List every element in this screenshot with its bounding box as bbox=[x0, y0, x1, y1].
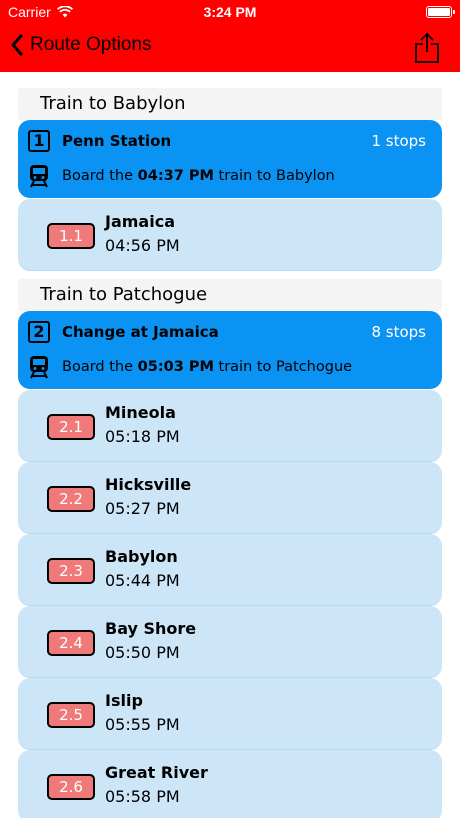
stop-row[interactable]: 2.6 Great River 05:58 PM bbox=[18, 750, 442, 818]
train-icon bbox=[30, 356, 48, 379]
stop-time: 05:18 PM bbox=[105, 427, 180, 446]
leg-number-badge: 1 bbox=[28, 130, 50, 152]
stop-row[interactable]: 2.3 Babylon 05:44 PM bbox=[18, 534, 442, 606]
stop-code-badge: 2.5 bbox=[47, 702, 95, 728]
section-header: Train to Patchogue bbox=[18, 279, 442, 311]
back-label: Route Options bbox=[30, 34, 152, 55]
stop-time: 05:27 PM bbox=[105, 499, 180, 518]
back-button[interactable]: Route Options bbox=[10, 34, 151, 56]
battery-icon bbox=[426, 6, 455, 18]
route-list[interactable]: Train to Babylon 1 Penn Station 1 stops … bbox=[0, 72, 460, 818]
leg-card[interactable]: 1 Penn Station 1 stops Board the 04:37 P… bbox=[18, 120, 442, 198]
status-time: 3:24 PM bbox=[203, 4, 257, 20]
stop-time: 04:56 PM bbox=[105, 236, 180, 255]
stop-time: 05:44 PM bbox=[105, 571, 180, 590]
status-bar: Carrier 3:24 PM bbox=[0, 0, 460, 24]
leg-station: Change at Jamaica bbox=[62, 323, 219, 341]
stop-row[interactable]: 1.1 Jamaica 04:56 PM bbox=[18, 199, 442, 271]
stop-name: Bay Shore bbox=[105, 619, 197, 638]
leg-station: Penn Station bbox=[62, 132, 172, 150]
board-time: 04:37 PM bbox=[137, 168, 214, 184]
stop-name: Great River bbox=[105, 763, 208, 782]
stop-code-badge: 2.3 bbox=[47, 558, 95, 584]
stop-code-badge: 2.4 bbox=[47, 630, 95, 656]
stop-name: Islip bbox=[105, 691, 143, 710]
stop-code-badge: 2.2 bbox=[47, 486, 95, 512]
stop-time: 05:55 PM bbox=[105, 715, 180, 734]
leg-stops-count: 1 stops bbox=[371, 132, 426, 150]
board-text-suffix: train to Patchogue bbox=[218, 359, 353, 375]
leg-stops-count: 8 stops bbox=[371, 323, 426, 341]
stop-code-badge: 2.6 bbox=[47, 774, 95, 800]
board-text-prefix: Board the bbox=[62, 359, 134, 375]
stop-row[interactable]: 2.2 Hicksville 05:27 PM bbox=[18, 462, 442, 534]
share-icon[interactable] bbox=[414, 32, 440, 64]
stop-time: 05:58 PM bbox=[105, 787, 180, 806]
stop-name: Hicksville bbox=[105, 475, 192, 494]
stop-code-badge: 1.1 bbox=[47, 223, 95, 249]
stop-name: Mineola bbox=[105, 403, 176, 422]
board-text-prefix: Board the bbox=[62, 168, 134, 184]
section-header: Train to Babylon bbox=[18, 88, 442, 120]
chevron-left-icon bbox=[11, 34, 23, 56]
stop-time: 05:50 PM bbox=[105, 643, 180, 662]
train-icon bbox=[30, 165, 48, 188]
leg-number-badge: 2 bbox=[28, 321, 50, 343]
stop-code-badge: 2.1 bbox=[47, 414, 95, 440]
board-time: 05:03 PM bbox=[137, 359, 214, 375]
stop-row[interactable]: 2.4 Bay Shore 05:50 PM bbox=[18, 606, 442, 678]
leg-card[interactable]: 2 Change at Jamaica 8 stops Board the 05… bbox=[18, 311, 442, 389]
stop-name: Babylon bbox=[105, 547, 178, 566]
stop-row[interactable]: 2.5 Islip 05:55 PM bbox=[18, 678, 442, 750]
stop-row[interactable]: 2.1 Mineola 05:18 PM bbox=[18, 390, 442, 462]
board-text-suffix: train to Babylon bbox=[218, 168, 335, 184]
navigation-bar: Route Options bbox=[0, 24, 460, 72]
stop-name: Jamaica bbox=[105, 212, 175, 231]
